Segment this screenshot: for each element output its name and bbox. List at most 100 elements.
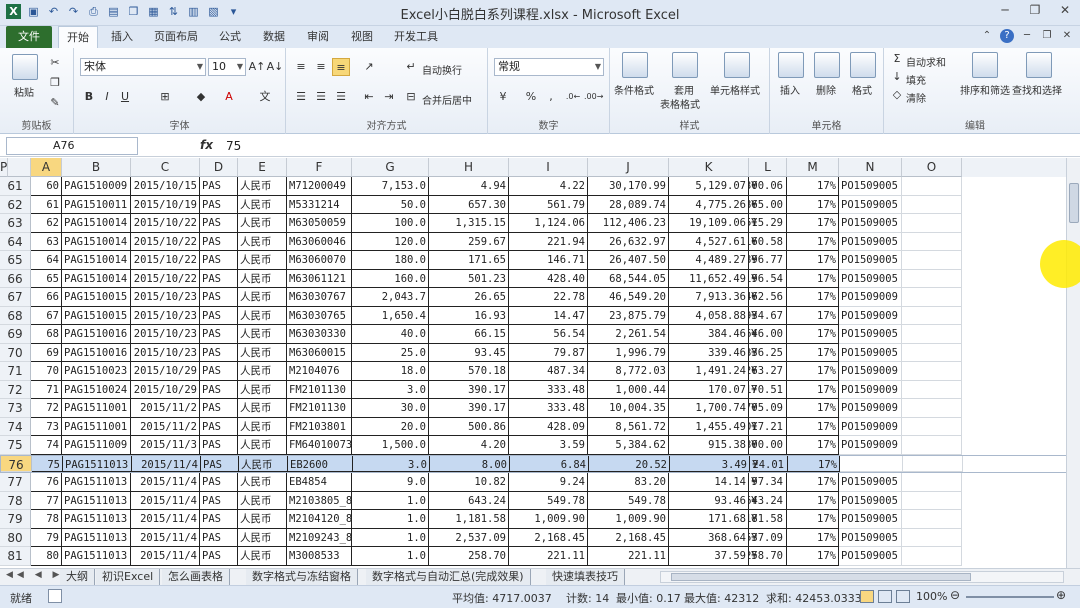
cell[interactable]: PAG1510014 — [62, 269, 131, 288]
cell[interactable]: ¥10,263.27 — [749, 362, 787, 381]
cell[interactable]: 17% — [787, 528, 839, 547]
cell[interactable]: 487.34 — [509, 362, 588, 381]
empty-cell[interactable] — [839, 177, 902, 196]
cell[interactable]: 2015/11/4 — [132, 455, 201, 472]
cell[interactable]: 8,772.03 — [588, 362, 669, 381]
cell[interactable]: 人民币 — [238, 306, 287, 325]
cell[interactable]: 17% — [787, 269, 839, 288]
cell[interactable]: 170.07 — [669, 380, 749, 399]
cell[interactable]: 2,168.45 — [588, 528, 669, 547]
cell[interactable]: 146.71 — [509, 251, 588, 270]
cell[interactable]: M2104076 — [287, 362, 352, 381]
cell[interactable]: 501.23 — [429, 269, 509, 288]
cell[interactable]: 259.67 — [429, 232, 509, 251]
row-header[interactable]: 62 — [0, 195, 31, 214]
empty-cell[interactable] — [902, 417, 962, 436]
empty-cell[interactable] — [839, 510, 902, 529]
cell[interactable]: 30,170.99 — [588, 177, 669, 196]
cell[interactable]: PAG1510015 — [62, 288, 131, 307]
cell[interactable]: 3.49 — [670, 455, 750, 472]
cell[interactable]: 5,384.62 — [588, 436, 669, 455]
cell[interactable]: 4,489.27 — [669, 251, 749, 270]
close-icon[interactable]: ✕ — [1050, 0, 1080, 20]
cell[interactable]: 9.24 — [509, 473, 588, 492]
increase-decimal-icon[interactable]: .0← — [564, 88, 582, 106]
cell[interactable]: 50.0 — [352, 195, 429, 214]
find-select-icon[interactable] — [1026, 52, 1052, 78]
cell[interactable]: 人民币 — [238, 417, 287, 436]
cell[interactable]: 人民币 — [238, 288, 287, 307]
cell[interactable]: 2015/11/2 — [131, 417, 200, 436]
cell[interactable]: 112,406.23 — [588, 214, 669, 233]
sheet-tab-fill-tips[interactable]: 快速填表技巧 — [546, 569, 625, 585]
copy-icon[interactable]: ❐ — [46, 74, 64, 92]
row-header[interactable]: 65 — [0, 251, 31, 270]
zoom-in-icon[interactable]: ⊕ — [1056, 588, 1066, 602]
empty-cell[interactable] — [902, 547, 962, 566]
cell[interactable]: ¥97.34 — [749, 473, 787, 492]
column-header-e[interactable]: E — [238, 158, 287, 177]
paste-button[interactable]: 粘贴 — [14, 84, 34, 99]
cell[interactable]: 6.84 — [510, 455, 589, 472]
cell[interactable]: 70 — [31, 362, 62, 381]
cell[interactable]: ¥2,336.25 — [749, 343, 787, 362]
column-header-p[interactable]: P — [0, 158, 9, 177]
empty-cell[interactable] — [839, 473, 902, 492]
cell[interactable]: 63 — [31, 232, 62, 251]
cell[interactable]: 人民币 — [238, 528, 287, 547]
tab-page-layout[interactable]: 页面布局 — [148, 26, 204, 48]
row-header[interactable]: 79 — [0, 510, 31, 529]
cell[interactable]: ¥131,515.29 — [749, 214, 787, 233]
cell[interactable]: 17% — [787, 473, 839, 492]
insert-cells-button[interactable]: 插入 — [780, 82, 800, 97]
zoom-level[interactable]: 100% — [916, 590, 947, 603]
row-header[interactable]: 70 — [0, 343, 31, 362]
empty-cell[interactable] — [839, 343, 902, 362]
cell[interactable]: 7,153.0 — [352, 177, 429, 196]
cell[interactable]: 2015/10/29 — [131, 362, 200, 381]
cell[interactable]: 1,500.0 — [352, 436, 429, 455]
empty-cell[interactable] — [902, 177, 962, 196]
tab-data[interactable]: 数据 — [256, 26, 292, 48]
cell[interactable]: 人民币 — [238, 177, 287, 196]
column-header-d[interactable]: D — [200, 158, 238, 177]
min-wb-icon[interactable]: ─ — [1020, 29, 1034, 43]
cell[interactable]: 221.11 — [509, 547, 588, 566]
cell[interactable]: 2,043.7 — [352, 288, 429, 307]
cell[interactable]: 61 — [31, 195, 62, 214]
empty-cell[interactable] — [839, 214, 902, 233]
cell[interactable]: M5331214 — [287, 195, 352, 214]
cell[interactable]: PAS — [200, 306, 238, 325]
cell[interactable]: 221.11 — [588, 547, 669, 566]
cell[interactable]: 2015/11/3 — [131, 436, 200, 455]
cell[interactable]: 17% — [787, 325, 839, 344]
cell[interactable]: 4.94 — [429, 177, 509, 196]
cell[interactable]: PAS — [200, 269, 238, 288]
cell[interactable]: 258.70 — [429, 547, 509, 566]
cell[interactable]: PAS — [200, 362, 238, 381]
column-header-h[interactable]: H — [429, 158, 509, 177]
row-header[interactable]: 73 — [0, 399, 31, 418]
empty-cell[interactable] — [902, 528, 962, 547]
cell[interactable]: PAG1510009 — [62, 177, 131, 196]
worksheet-grid[interactable]: ABCDEFGHIJKLMNO P 61 60 PAG1510009 2015/10/1… — [0, 158, 1080, 568]
cell[interactable]: 93.46 — [669, 491, 749, 510]
cell[interactable]: ¥80,196.54 — [749, 269, 787, 288]
cell[interactable]: 160.0 — [352, 269, 429, 288]
close-wb-icon[interactable]: ✕ — [1060, 29, 1074, 43]
cell[interactable]: 2015/10/23 — [131, 288, 200, 307]
cell[interactable]: 3.0 — [353, 455, 430, 472]
row-header[interactable]: 71 — [0, 362, 31, 381]
cell[interactable]: 80 — [31, 547, 62, 566]
cell[interactable]: PAG1511001 — [62, 399, 131, 418]
cell[interactable]: 17% — [787, 343, 839, 362]
merge-center-icon[interactable]: ⊟ — [402, 88, 420, 106]
page-layout-view-icon[interactable] — [878, 590, 892, 603]
row-header[interactable]: 76 — [1, 455, 32, 472]
cell[interactable]: PAG1511013 — [62, 473, 131, 492]
macro-record-icon[interactable] — [48, 589, 62, 603]
cell[interactable]: PAG1511013 — [62, 528, 131, 547]
decrease-decimal-icon[interactable]: .00→ — [584, 88, 603, 106]
cell[interactable]: 3.0 — [352, 380, 429, 399]
empty-cell[interactable] — [839, 288, 902, 307]
